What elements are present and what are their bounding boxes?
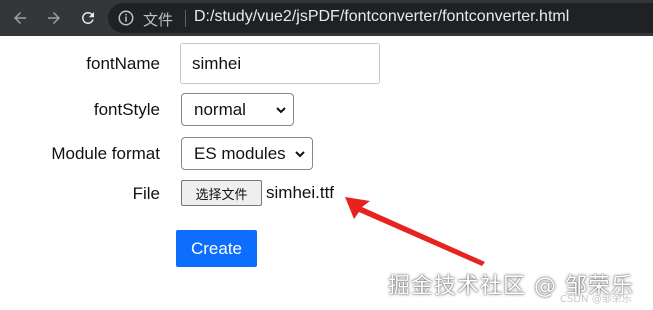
choose-file-button[interactable]: 选择文件 xyxy=(181,180,262,206)
font-style-selected: normal xyxy=(194,99,246,119)
chevron-down-icon xyxy=(276,107,286,114)
scheme-label: 文件 xyxy=(143,11,174,29)
url-text[interactable]: D:/study/vue2/jsPDF/fontconverter/fontco… xyxy=(194,8,569,26)
forward-arrow-icon xyxy=(48,12,60,24)
reload-icon xyxy=(82,11,94,24)
font-name-label: fontName xyxy=(86,54,160,73)
info-icon[interactable] xyxy=(117,9,135,27)
chevron-down-icon xyxy=(295,151,305,158)
reload-button[interactable] xyxy=(74,4,102,32)
browser-toolbar: 文件 D:/study/vue2/jsPDF/fontconverter/fon… xyxy=(0,0,653,36)
selected-file-name: simhei.ttf xyxy=(266,183,335,202)
omnibox-divider xyxy=(185,10,186,27)
create-button[interactable]: Create xyxy=(176,230,257,267)
module-format-label: Module format xyxy=(51,144,160,163)
watermark-small-text: CSDN @邹荣乐 xyxy=(560,294,632,305)
font-style-select[interactable]: normal xyxy=(181,93,294,126)
address-bar[interactable]: 文件 D:/study/vue2/jsPDF/fontconverter/fon… xyxy=(108,3,653,33)
file-label: File xyxy=(132,184,160,203)
back-arrow-icon xyxy=(14,12,26,24)
annotation-arrow xyxy=(345,197,485,266)
font-style-label: fontStyle xyxy=(93,100,160,119)
font-name-input[interactable] xyxy=(180,43,380,84)
back-button[interactable] xyxy=(6,4,34,32)
arrow-shape xyxy=(345,197,485,266)
module-format-select[interactable]: ES modules xyxy=(181,137,313,170)
forward-button[interactable] xyxy=(40,4,68,32)
module-format-selected: ES modules xyxy=(194,143,286,163)
